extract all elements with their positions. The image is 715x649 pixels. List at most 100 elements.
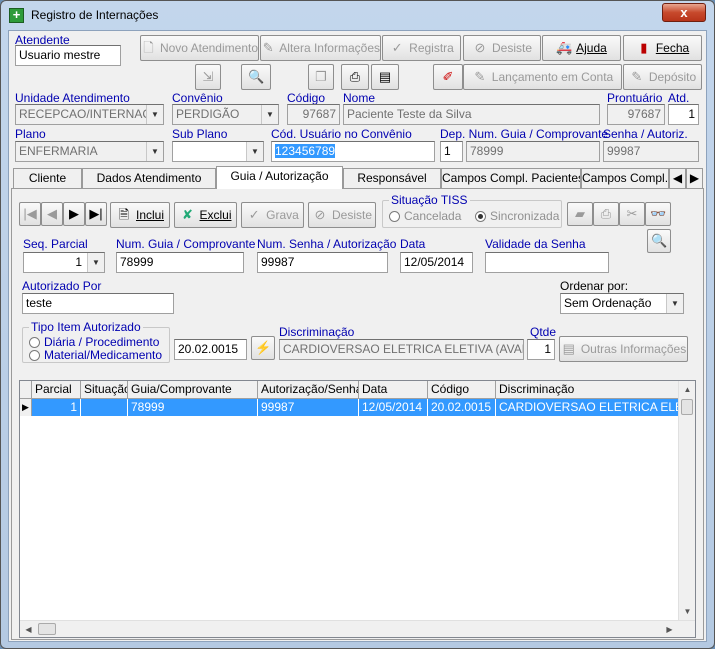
lancamento-em-conta-button[interactable]: ✎ Lançamento em Conta [463,64,622,90]
cancelada-radio[interactable]: Cancelada [389,209,461,223]
table-cell[interactable]: 1 [32,399,81,416]
prior-record-button[interactable]: ◀ [41,202,63,226]
documents-button[interactable]: ▤ [371,64,399,90]
discriminacao-field[interactable]: CARDIOVERSAO ELETRICA ELETIVA (AVALIA [279,339,524,360]
registra-button[interactable]: ✓ Registra [382,35,461,61]
fecha-button[interactable]: ▮ Fecha [623,35,702,61]
grava-button[interactable]: ✓ Grava [241,202,304,228]
guia-field[interactable]: 78999 [466,141,600,162]
tab-campos-compl-a[interactable]: Campos Compl. A [581,168,669,188]
codigo-field[interactable]: 97687 [287,104,340,125]
sincronizada-radio[interactable]: Sincronizada [475,209,559,223]
table-cell[interactable]: CARDIOVERSAO ELETRICA ELETIVA [496,399,679,416]
column-header[interactable]: Discriminação [496,381,679,399]
zoom-guia-button[interactable]: 🔍 [647,229,671,253]
nome-field[interactable]: Paciente Teste da Silva [343,104,600,125]
desiste-button[interactable]: ⊘ Desiste [463,35,541,61]
eraser-button[interactable]: ✐ [433,64,463,90]
chevron-down-icon[interactable]: ▼ [246,142,263,161]
cut-button[interactable]: ✂ [619,202,645,226]
ordenar-select[interactable]: Sem Ordenação ▼ [560,293,684,314]
column-header[interactable]: Autorização/Senha [258,381,359,399]
qtde-field[interactable]: 1 [527,339,555,360]
plano-select[interactable]: ENFERMARIA ▼ [15,141,164,162]
vertical-scrollbar[interactable]: ▲ ▼ [678,381,695,620]
table-cell[interactable]: 12/05/2014 [359,399,428,416]
last-record-button[interactable]: ▶| [85,202,107,226]
scroll-right-icon[interactable]: ▶ [661,621,678,638]
table-cell[interactable]: 78999 [128,399,258,416]
table-cell[interactable] [81,399,128,416]
subplano-select[interactable]: ▼ [172,141,264,162]
num-senha-field[interactable]: 99987 [257,252,388,273]
radio-on-icon [475,210,486,222]
diaria-radio[interactable]: Diária / Procedimento [29,335,159,349]
scroll-up-icon[interactable]: ▲ [679,381,696,398]
cod-usuario-field[interactable]: 123456789 [271,141,435,162]
deposito-button[interactable]: ✎ Depósito [623,64,702,90]
atd-field[interactable]: 1 [668,104,699,125]
column-header[interactable]: Situação [81,381,128,399]
copy-button[interactable]: ❐ [308,64,334,90]
validade-field[interactable] [485,252,609,273]
tab-scroll-left-button[interactable]: ◀ [669,168,686,188]
exclui-button[interactable]: ✘ Exclui [174,202,237,228]
scroll-thumb[interactable] [681,399,693,415]
next-record-button[interactable]: ▶ [63,202,85,226]
tab-cliente[interactable]: Cliente [13,168,82,188]
scroll-left-icon[interactable]: ◀ [20,621,37,638]
autorizado-field[interactable]: teste [22,293,174,314]
print-guia-button[interactable]: ⎙ [593,202,619,226]
column-header[interactable]: Código [428,381,496,399]
ajuda-button[interactable]: 🚑 Ajuda [542,35,621,61]
close-window-button[interactable]: x [662,3,706,22]
account-entry-icon: ✎ [474,69,486,84]
seq-parcial-select[interactable]: 1 ▼ [23,252,105,273]
horizontal-scrollbar[interactable]: ◀ ▶ [20,620,695,637]
senha-field[interactable]: 99987 [603,141,699,162]
lookup-button[interactable]: ⚡ [251,336,275,360]
tab-dados-atendimento[interactable]: Dados Atendimento [82,168,216,188]
zoom-button[interactable]: 🔍 [241,64,271,90]
prontuario-field[interactable]: 97687 [607,104,665,125]
scroll-down-icon[interactable]: ▼ [679,603,696,620]
inclui-button[interactable]: 🗎 Inclui [110,202,170,228]
chevron-down-icon[interactable]: ▼ [146,142,163,161]
column-header[interactable]: Parcial [32,381,81,399]
chevron-down-icon[interactable]: ▼ [261,105,278,124]
column-header[interactable]: Guia/Comprovante [128,381,258,399]
novo-atendimento-button[interactable]: 🗋 Novo Atendimento [140,35,259,61]
unidade-select[interactable]: RECEPCAO/INTERNACA ▼ [15,104,164,125]
item-code-field[interactable]: 20.02.0015 [174,339,247,360]
atendente-field[interactable]: Usuario mestre [15,45,121,66]
chevron-down-icon[interactable]: ▼ [146,105,163,124]
tab-guia-autorizacao[interactable]: Guia / Autorização [216,166,343,189]
outras-informacoes-button[interactable]: ▤ Outras Informações [559,336,688,362]
first-record-button[interactable]: |◀ [19,202,41,226]
chevron-down-icon[interactable]: ▼ [87,253,104,272]
tab-scroll-right-button[interactable]: ▶ [686,168,703,188]
import-button[interactable]: ⇲ [195,64,221,90]
column-header[interactable]: Data [359,381,428,399]
table-cell[interactable]: 99987 [258,399,359,416]
tab-campos-compl-pacientes[interactable]: Campos Compl. Pacientes [441,168,581,188]
search-button[interactable]: 👓 [645,202,671,226]
cancelada-label: Cancelada [404,209,462,223]
scroll-thumb[interactable] [38,623,56,635]
material-radio[interactable]: Material/Medicamento [29,348,162,362]
num-guia-field[interactable]: 78999 [116,252,244,273]
chevron-down-icon[interactable]: ▼ [666,294,683,313]
print-button[interactable]: ⎙ [341,64,369,90]
autorizacoes-grid[interactable]: Parcial Situação Guia/Comprovante Autori… [19,380,696,638]
tab-responsavel[interactable]: Responsável [343,168,441,188]
folder-button[interactable]: ▰ [567,202,593,226]
convenio-select[interactable]: PERDIGÃO ▼ [172,104,279,125]
app-plus-icon: + [9,8,24,23]
altera-informacoes-button[interactable]: ✎ Altera Informações [260,35,381,61]
table-cell[interactable]: 20.02.0015 [428,399,496,416]
dep-field[interactable]: 1 [440,141,463,162]
data-field[interactable]: 12/05/2014 [400,252,473,273]
title-bar[interactable]: + Registro de Internações x [1,1,714,29]
guia-desiste-button[interactable]: ⊘ Desiste [308,202,376,228]
subplano-label: Sub Plano [172,127,228,141]
